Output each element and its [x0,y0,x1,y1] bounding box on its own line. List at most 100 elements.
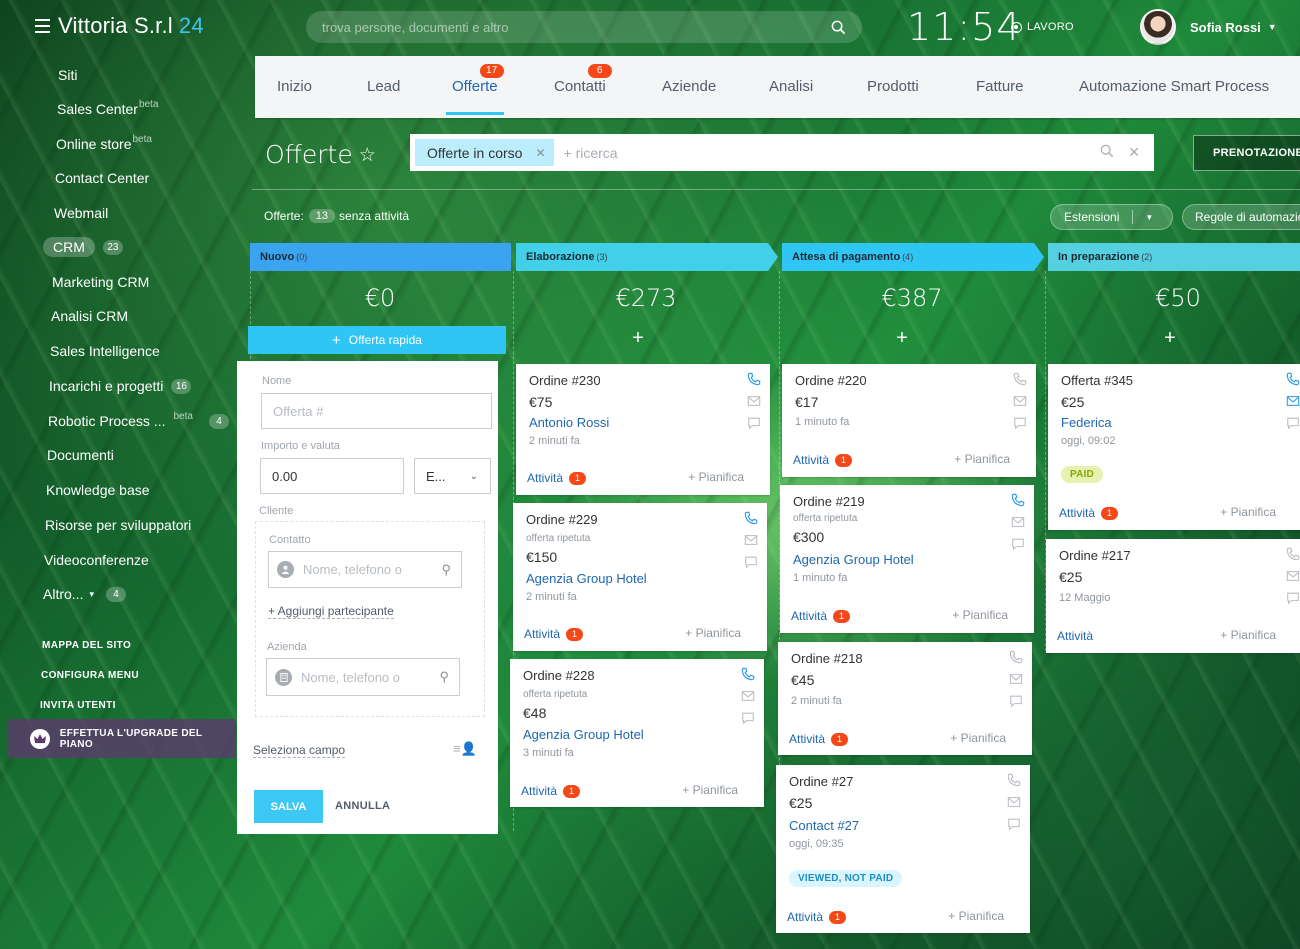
chat-icon[interactable] [744,555,758,569]
deal-title[interactable]: Ordine #229 [526,512,598,527]
mail-icon[interactable] [1011,515,1025,529]
phone-icon[interactable] [1286,372,1300,386]
deal-client-link[interactable]: Agenzia Group Hotel [526,571,647,586]
sidebar-item-webmail[interactable]: Webmail [54,205,108,221]
deal-title[interactable]: Ordine #230 [529,373,601,388]
chat-icon[interactable] [1286,591,1300,605]
plan-link[interactable]: + Pianifica [1220,505,1276,519]
deal-title[interactable]: Ordine #218 [791,651,863,666]
column-header-attesa-pagamento[interactable]: Attesa di pagamento (4) [782,243,1044,271]
tab-inizio[interactable]: Inizio [277,78,312,95]
mail-icon[interactable] [744,533,758,547]
fields-settings-icon[interactable]: ≡👤 [453,741,477,757]
filter-search-input[interactable] [563,144,1101,161]
plan-link[interactable]: + Pianifica [952,608,1008,622]
plan-link[interactable]: + Pianifica [948,909,1004,923]
activity-link[interactable]: Attività 1 [1059,506,1119,520]
tab-analisi[interactable]: Analisi [769,78,813,95]
plan-link[interactable]: + Pianifica [682,783,738,797]
tab-contatti[interactable]: Contatti 6 [554,64,612,95]
tab-fatture[interactable]: Fatture [976,78,1024,95]
avatar[interactable] [1140,9,1176,45]
deal-title[interactable]: Ordine #220 [795,373,867,388]
currency-select[interactable]: E... ⌄ [414,458,491,494]
mail-icon[interactable] [1286,394,1300,408]
plan-link[interactable]: + Pianifica [1220,628,1276,642]
search-icon[interactable] [1100,144,1114,158]
global-search[interactable] [306,11,862,43]
upgrade-button[interactable]: EFFETTUA L'UPGRADE DEL PIANO [8,719,236,758]
invite-users-link[interactable]: INVITA UTENTI [40,700,116,711]
star-icon[interactable]: ☆ [359,144,376,166]
add-deal-button[interactable]: + [1040,327,1300,350]
phone-icon[interactable] [741,667,755,681]
chat-icon[interactable] [1009,694,1023,708]
chat-icon[interactable] [741,711,755,725]
deal-name-input[interactable] [273,403,491,419]
plan-link[interactable]: + Pianifica [950,731,1006,745]
sidebar-item-documenti[interactable]: Documenti [47,447,114,463]
sidebar-item-analisi-crm[interactable]: Analisi CRM [51,308,128,324]
mail-icon[interactable] [741,689,755,703]
activity-link[interactable]: Attività 1 [527,471,587,485]
search-icon[interactable]: ⚲ [441,562,451,578]
plan-link[interactable]: + Pianifica [954,452,1010,466]
close-icon[interactable]: ✕ [1128,144,1140,161]
chevron-down-icon[interactable]: ▼ [1145,213,1153,222]
deal-title[interactable]: Offerta #345 [1061,373,1133,388]
company-input[interactable] [301,669,411,685]
deal-title[interactable]: Ordine #228 [523,668,595,683]
filter-bar[interactable]: Offerte in corso✕ ✕ [410,134,1154,171]
deal-card[interactable]: Ordine #217 €25 12 Maggio Attività + Pia… [1046,539,1300,653]
search-icon[interactable] [831,20,846,35]
sidebar-item-videoconferenze[interactable]: Videoconferenze [44,552,149,568]
quick-deal-button[interactable]: + Offerta rapida [248,326,506,354]
tab-aziende[interactable]: Aziende [662,78,716,95]
add-deal-button[interactable]: + [508,327,768,350]
mail-icon[interactable] [1007,795,1021,809]
activity-link[interactable]: Attività 1 [791,609,851,623]
tab-lead[interactable]: Lead [367,78,400,95]
deal-card[interactable]: Ordine #219 offerta ripetuta €300 Agenzi… [780,485,1034,633]
deal-card[interactable]: Ordine #220 €17 1 minuto fa Attività 1 + … [782,364,1036,477]
sidebar-item-incarichi[interactable]: Incarichi e progetti 16 [49,378,192,394]
deal-card[interactable]: Ordine #230 €75 Antonio Rossi 2 minuti f… [516,364,770,495]
contact-input[interactable] [303,562,413,577]
mail-icon[interactable] [1286,569,1300,583]
chat-icon[interactable] [1007,817,1021,831]
phone-icon[interactable] [1007,773,1021,787]
phone-icon[interactable] [1009,650,1023,664]
tab-automazione[interactable]: Automazione Smart Process [1079,78,1269,95]
deal-client-link[interactable]: Agenzia Group Hotel [523,727,644,742]
column-header-in-preparazione[interactable]: In preparazione (2) [1048,243,1300,271]
tab-prodotti[interactable]: Prodotti [867,78,919,95]
booking-button[interactable]: PRENOTAZIONE [1193,135,1300,171]
search-icon[interactable]: ⚲ [439,669,449,685]
activity-link[interactable]: Attività [1057,629,1093,643]
company-name[interactable]: Vittoria S.r.l 24 [58,13,204,39]
deal-client-link[interactable]: Antonio Rossi [529,415,609,430]
column-header-elaborazione[interactable]: Elaborazione (3) [516,243,778,271]
deal-title[interactable]: Ordine #217 [1059,548,1131,563]
sidebar-item-risorse-sviluppatori[interactable]: Risorse per sviluppatori [45,517,191,533]
stats-count[interactable]: 13 [308,209,336,223]
deal-client-link[interactable]: Federica [1061,415,1112,430]
filter-tag[interactable]: Offerte in corso ✕ [415,139,554,166]
sidebar-item-contact-center[interactable]: Contact Center [55,170,149,186]
search-input[interactable] [322,19,831,35]
add-participant-link[interactable]: + Aggiungi partecipante [268,604,394,619]
sidebar-item-altro[interactable]: Altro... ▾ 4 [43,586,126,602]
sitemap-link[interactable]: MAPPA DEL SITO [42,640,131,651]
extensions-button[interactable]: Estensioni ▼ [1050,204,1173,230]
company-field[interactable]: ⚲ [266,658,460,696]
tab-offerte[interactable]: Offerte 17 [446,64,504,115]
column-header-nuovo[interactable]: Nuovo (0) [250,243,511,271]
sidebar-item-sales-center[interactable]: Sales Center beta [57,99,158,118]
select-field-link[interactable]: Seleziona campo [253,743,346,758]
chat-icon[interactable] [1286,416,1300,430]
plan-link[interactable]: + Pianifica [688,470,744,484]
activity-link[interactable]: Attività 1 [524,627,584,641]
phone-icon[interactable] [1013,372,1027,386]
mail-icon[interactable] [1013,394,1027,408]
sidebar-item-robotic-process[interactable]: Robotic Process ... beta 4 [48,411,229,429]
